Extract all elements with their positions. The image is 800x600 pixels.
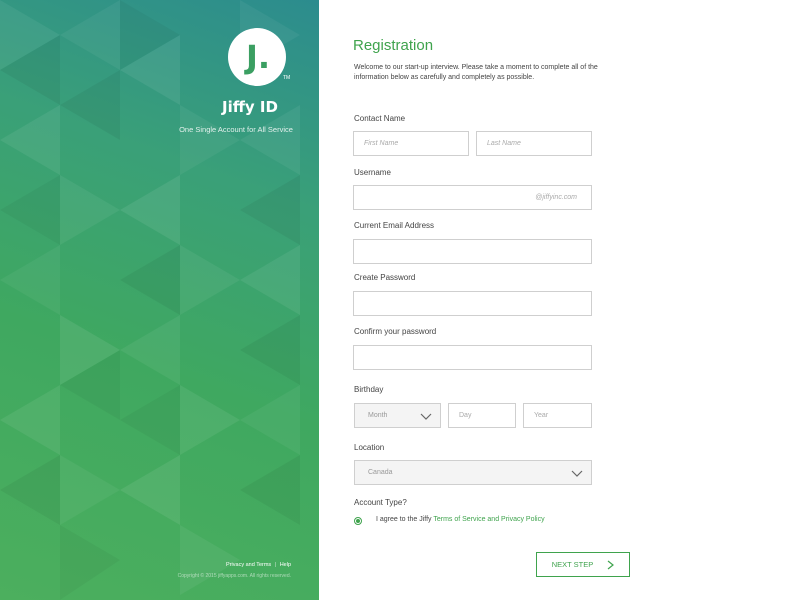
birthday-label: Birthday (354, 385, 384, 394)
day-placeholder: Day (459, 412, 472, 419)
confirm-password-input[interactable] (353, 345, 592, 370)
next-step-button[interactable]: NEXT STEP (536, 552, 630, 577)
copyright-text: Copyright © 2015 jiffyapps.com. All righ… (177, 573, 291, 579)
month-select[interactable]: Month (354, 403, 441, 428)
first-name-placeholder: First Name (364, 140, 399, 147)
email-label: Current Email Address (354, 221, 435, 230)
footer-links: Privacy and Terms | Help (226, 562, 291, 568)
year-placeholder: Year (534, 412, 549, 419)
year-input[interactable]: Year (523, 403, 592, 428)
footer-separator: | (274, 562, 277, 568)
agree-text: I agree to the Jiffy Terms of Service an… (376, 516, 545, 523)
day-input[interactable]: Day (448, 403, 516, 428)
password-label: Create Password (354, 273, 416, 282)
page-title: Registration (353, 37, 434, 54)
location-value: Canada (368, 469, 393, 476)
next-step-label: NEXT STEP (551, 560, 594, 569)
email-input[interactable] (353, 239, 592, 264)
first-name-input[interactable]: First Name (353, 131, 469, 156)
username-label: Username (354, 168, 391, 177)
chevron-right-icon (607, 560, 615, 569)
password-input[interactable] (353, 291, 592, 316)
username-domain-suffix: @jiffyinc.com (535, 194, 577, 201)
brand-name: Jiffy ID (222, 98, 278, 116)
agree-prefix: I agree to the Jiffy (376, 516, 434, 523)
logo-letter: J. (245, 38, 271, 76)
confirm-password-label: Confirm your password (354, 327, 437, 336)
terms-link[interactable]: Terms of Service and Privacy Policy (433, 516, 544, 523)
help-link[interactable]: Help (280, 562, 291, 568)
chevron-down-icon (571, 470, 583, 477)
location-label: Location (354, 443, 385, 452)
radio-selected-dot (356, 519, 360, 523)
month-value: Month (368, 412, 388, 419)
brand-panel: J. TM Jiffy ID One Single Account for Al… (0, 0, 319, 600)
logo: J. (228, 28, 286, 86)
privacy-terms-link[interactable]: Privacy and Terms (226, 562, 271, 568)
last-name-placeholder: Last Name (487, 140, 521, 147)
agree-radio[interactable] (354, 517, 362, 525)
intro-text: Welcome to our start-up interview. Pleas… (354, 64, 598, 81)
username-input[interactable]: @jiffyinc.com (353, 185, 592, 210)
brand-tagline: One Single Account for All Service (179, 125, 293, 134)
chevron-down-icon (420, 413, 432, 420)
geometric-pattern-background (0, 0, 300, 600)
account-type-label: Account Type? (354, 498, 407, 507)
contact-name-label: Contact Name (354, 114, 406, 123)
trademark-mark: TM (283, 75, 291, 81)
location-select[interactable]: Canada (354, 460, 592, 485)
last-name-input[interactable]: Last Name (476, 131, 592, 156)
